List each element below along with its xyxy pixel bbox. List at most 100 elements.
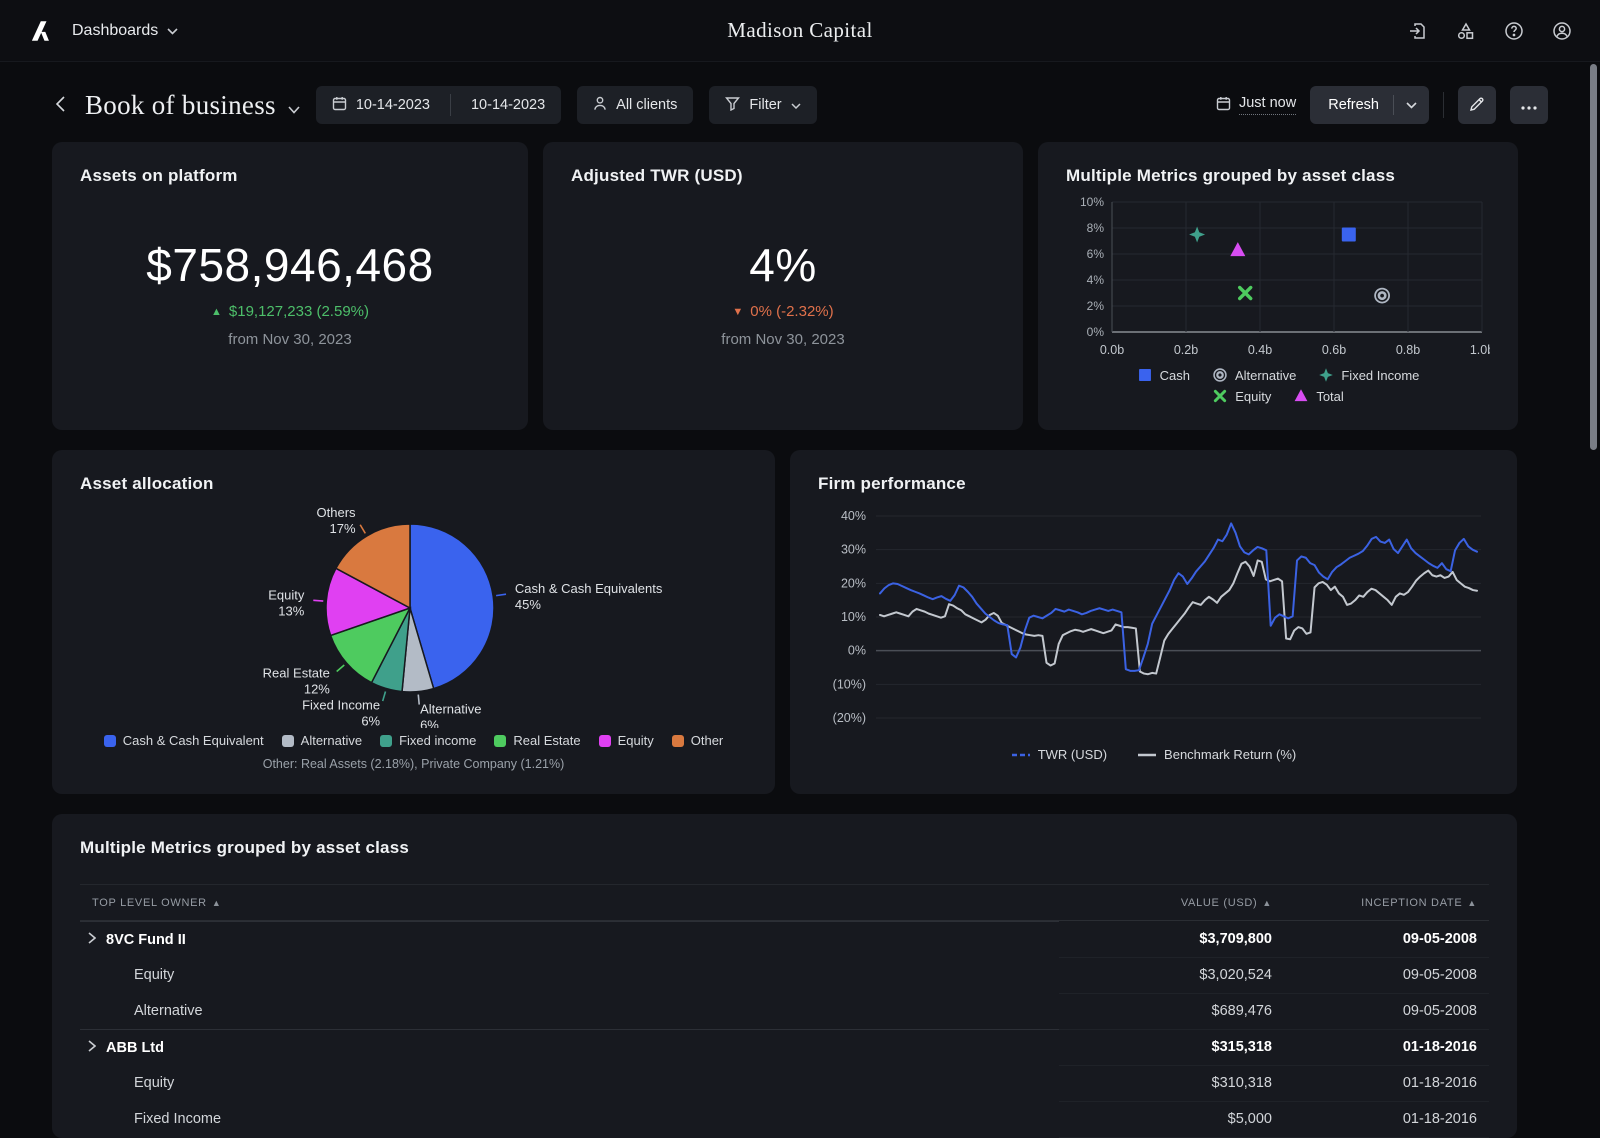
ellipsis-icon: [1521, 98, 1537, 113]
chevron-left-icon: [56, 96, 65, 115]
card-title: Multiple Metrics grouped by asset class: [1066, 166, 1490, 186]
page-title: Book of business: [85, 90, 276, 121]
table-row[interactable]: Alternative$689,47609-05-2008: [80, 993, 1489, 1029]
assets-delta-text: $19,127,233 (2.59%): [229, 303, 369, 320]
more-options-button[interactable]: [1510, 86, 1548, 124]
svg-text:0%: 0%: [848, 644, 866, 658]
clients-label: All clients: [616, 97, 677, 113]
legend-item-fixed-income: Fixed Income: [1318, 367, 1419, 383]
twr-since: from Nov 30, 2023: [721, 331, 844, 348]
sort-asc-icon: ▲: [1262, 898, 1272, 908]
svg-text:Alternative6%: Alternative6%: [420, 702, 481, 728]
filter-label: Filter: [749, 97, 781, 113]
last-refreshed-label: Just now: [1239, 95, 1296, 115]
adjusted-twr-card: Adjusted TWR (USD) 4% ▼ 0% (-2.32%) from…: [543, 142, 1023, 430]
dashboards-menu-label: Dashboards: [72, 22, 158, 40]
owner-cell: Alternative: [134, 1003, 203, 1019]
firm-performance-card: Firm performance 40%30%20%10%0%(10%)(20%…: [790, 450, 1517, 794]
shapes-icon[interactable]: [1456, 21, 1476, 41]
legend-item-cash: Cash: [1137, 367, 1190, 383]
owner-cell: Equity: [134, 967, 174, 983]
twr-delta-text: 0% (-2.32%): [750, 303, 833, 320]
back-button[interactable]: [52, 92, 69, 119]
dashboard-title-menu[interactable]: Book of business: [85, 90, 300, 121]
edit-button[interactable]: [1458, 86, 1496, 124]
owner-cell: 8VC Fund II: [106, 932, 186, 948]
line-chart: 40%30%20%10%0%(10%)(20%): [818, 502, 1489, 738]
svg-text:Cash & Cash Equivalents45%: Cash & Cash Equivalents45%: [515, 581, 663, 612]
svg-text:0.8b: 0.8b: [1396, 343, 1420, 357]
chevron-right-icon[interactable]: [88, 932, 96, 948]
refresh-label: Refresh: [1310, 97, 1393, 113]
svg-text:4%: 4%: [1087, 273, 1105, 287]
scatter-legend: CashAlternativeFixed IncomeEquityTotal: [1066, 367, 1490, 404]
asset-allocation-card: Asset allocation Cash & Cash Equivalents…: [52, 450, 775, 794]
svg-text:1.0b: 1.0b: [1470, 343, 1490, 357]
dashboard-toolbar: Book of business 10-14-2023 10-14-2023 A…: [0, 84, 1600, 126]
assets-delta: ▲ $19,127,233 (2.59%): [211, 303, 369, 320]
table-row[interactable]: ABB Ltd $315,31801-18-2016: [80, 1029, 1489, 1065]
svg-text:6%: 6%: [1087, 247, 1105, 261]
dashboards-menu[interactable]: Dashboards: [72, 22, 178, 40]
owner-cell: ABB Ltd: [106, 1040, 164, 1056]
refresh-time-icon: [1216, 96, 1231, 115]
assets-value: $758,946,468: [146, 238, 433, 292]
inception-date-cell: 09-05-2008: [1284, 921, 1489, 958]
chevron-down-icon: [791, 97, 801, 113]
value-cell: $3,709,800: [1059, 921, 1284, 958]
vertical-scrollbar[interactable]: [1590, 64, 1597, 450]
person-icon: [593, 96, 607, 115]
multiple-metrics-table-card: Multiple Metrics grouped by asset class …: [52, 814, 1517, 1138]
help-icon[interactable]: [1504, 21, 1524, 41]
table-row[interactable]: Equity$3,020,52409-05-2008: [80, 957, 1489, 993]
scatter-point-equity: [1240, 288, 1251, 299]
chevron-down-icon[interactable]: [1394, 102, 1429, 109]
legend-item-real-estate: Real Estate: [494, 733, 580, 748]
date-start: 10-14-2023: [356, 97, 430, 113]
filter-button[interactable]: Filter: [709, 86, 816, 124]
scatter-point-cash: [1342, 228, 1356, 242]
legend-item-benchmark-return-: Benchmark Return (%): [1137, 747, 1296, 762]
owner-cell: Fixed Income: [134, 1111, 221, 1127]
export-icon[interactable]: [1408, 21, 1428, 41]
legend-item-fixed-income: Fixed income: [380, 733, 476, 748]
legend-item-alternative: Alternative: [1212, 367, 1296, 383]
svg-text:Equity13%: Equity13%: [268, 588, 305, 619]
date-end: 10-14-2023: [471, 97, 545, 113]
inception-date-cell: 01-18-2016: [1284, 1029, 1489, 1065]
multiple-metrics-scatter-card: Multiple Metrics grouped by asset class …: [1038, 142, 1518, 430]
column-header-inception[interactable]: INCEPTION DATE▲: [1284, 885, 1489, 921]
column-header-value[interactable]: VALUE (USD)▲: [1059, 885, 1284, 921]
value-cell: $315,318: [1059, 1029, 1284, 1065]
table-row[interactable]: Fixed Income$5,00001-18-2016: [80, 1101, 1489, 1137]
legend-item-total: Total: [1293, 388, 1343, 404]
refresh-button[interactable]: Refresh: [1310, 86, 1429, 124]
svg-text:Fixed Income6%: Fixed Income6%: [302, 698, 380, 728]
last-refreshed-status[interactable]: Just now: [1216, 95, 1296, 115]
pencil-icon: [1469, 96, 1485, 115]
addepar-logo: [28, 18, 54, 44]
clients-filter-button[interactable]: All clients: [577, 86, 693, 124]
account-icon[interactable]: [1552, 21, 1572, 41]
delta-down-icon: ▼: [732, 306, 743, 318]
toolbar-divider: [1443, 92, 1444, 118]
scatter-chart: 0%2%4%6%8%10%0.0b0.2b0.4b0.6b0.8b1.0b: [1066, 196, 1490, 358]
top-nav: Dashboards Madison Capital: [0, 0, 1600, 62]
series-line-twr-usd-: [880, 523, 1477, 670]
assets-on-platform-card: Assets on platform $758,946,468 ▲ $19,12…: [52, 142, 528, 430]
svg-text:0.0b: 0.0b: [1100, 343, 1124, 357]
chevron-right-icon[interactable]: [88, 1040, 96, 1056]
table-row[interactable]: Equity$310,31801-18-2016: [80, 1065, 1489, 1101]
value-cell: $5,000: [1059, 1101, 1284, 1137]
line-legend: TWR (USD)Benchmark Return (%): [818, 747, 1489, 762]
legend-item-cash-cash-equivalent: Cash & Cash Equivalent: [104, 733, 264, 748]
funnel-icon: [725, 96, 740, 115]
date-range-picker[interactable]: 10-14-2023 10-14-2023: [316, 86, 561, 124]
scatter-point-alternative: [1375, 289, 1389, 303]
table-row[interactable]: 8VC Fund II $3,709,80009-05-2008: [80, 921, 1489, 958]
column-header-owner[interactable]: TOP LEVEL OWNER▲: [80, 885, 1059, 921]
svg-text:2%: 2%: [1087, 299, 1105, 313]
value-cell: $310,318: [1059, 1065, 1284, 1101]
pie-footnote: Other: Real Assets (2.18%), Private Comp…: [80, 757, 747, 771]
sort-asc-icon: ▲: [212, 898, 222, 908]
